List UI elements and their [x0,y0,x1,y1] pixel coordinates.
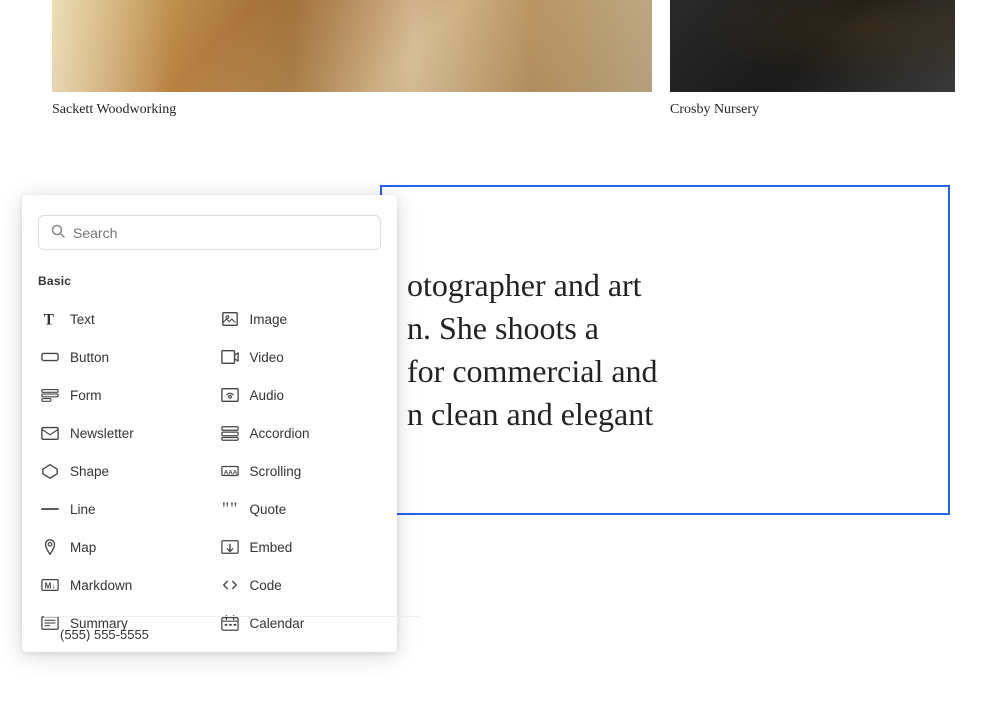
video-icon [220,347,240,367]
markdown-icon: M↓ [40,575,60,595]
quote-label: Quote [250,502,287,517]
quote-icon: " " [220,499,240,519]
grid-item-form[interactable]: Form [30,376,210,414]
svg-text:T: T [44,311,54,328]
grid-item-line[interactable]: Line [30,490,210,528]
code-label: Code [250,578,282,593]
grid-item-map[interactable]: Map [30,528,210,566]
text-label: Text [70,312,95,327]
svg-text:AAA: AAA [223,470,237,477]
main-content: Basic T Text I [0,155,1000,712]
grid-item-shape[interactable]: Shape [30,452,210,490]
form-label: Form [70,388,102,403]
items-grid: T Text Image [22,300,397,642]
grid-item-button[interactable]: Button [30,338,210,376]
text-content: otographer and art n. She shoots a for c… [407,264,658,437]
gallery-item-right: Crosby Nursery [670,0,1000,155]
grid-item-accordion[interactable]: Accordion [210,414,390,452]
grid-item-markdown[interactable]: M↓ Markdown [30,566,210,604]
section-label: Basic [22,266,397,300]
gallery-label-woodworking: Sackett Woodworking [52,92,670,118]
grid-item-newsletter[interactable]: Newsletter [30,414,210,452]
phone-bar: (555) 555-5555 [44,616,419,652]
phone-number: (555) 555-5555 [60,627,149,642]
grid-item-image[interactable]: Image [210,300,390,338]
embed-icon [220,537,240,557]
search-bar[interactable] [38,215,381,250]
content-panel: Basic T Text I [22,195,397,652]
search-container [22,215,397,266]
button-label: Button [70,350,109,365]
search-input[interactable] [73,225,368,241]
image-label: Image [250,312,288,327]
embed-label: Embed [250,540,293,555]
shape-label: Shape [70,464,109,479]
newsletter-label: Newsletter [70,426,134,441]
gallery-label-nursery: Crosby Nursery [670,92,1000,118]
grid-item-video[interactable]: Video [210,338,390,376]
form-icon [40,385,60,405]
map-icon [40,537,60,557]
scrolling-icon: AAA [220,461,240,481]
video-label: Video [250,350,284,365]
map-label: Map [70,540,96,555]
grid-item-text[interactable]: T Text [30,300,210,338]
grid-item-code[interactable]: Code [210,566,390,604]
grid-item-quote[interactable]: " " Quote [210,490,390,528]
grid-item-audio[interactable]: Audio [210,376,390,414]
gallery-item-left: Sackett Woodworking [0,0,670,155]
newsletter-icon [40,423,60,443]
audio-label: Audio [250,388,285,403]
code-icon [220,575,240,595]
gallery-section: Sackett Woodworking Crosby Nursery [0,0,1000,155]
line-label: Line [70,502,96,517]
audio-icon [220,385,240,405]
accordion-label: Accordion [250,426,310,441]
accordion-icon [220,423,240,443]
text-content-area: otographer and art n. She shoots a for c… [380,185,950,515]
gallery-image-woodworking [52,0,652,92]
svg-text:": " [230,500,237,518]
scrolling-label: Scrolling [250,464,302,479]
markdown-label: Markdown [70,578,132,593]
search-icon [51,224,65,241]
svg-text:M↓: M↓ [45,582,56,591]
text-icon: T [40,309,60,329]
shape-icon [40,461,60,481]
svg-text:": " [221,500,228,518]
grid-item-scrolling[interactable]: AAA Scrolling [210,452,390,490]
button-icon [40,347,60,367]
line-icon [40,499,60,519]
image-icon [220,309,240,329]
grid-item-embed[interactable]: Embed [210,528,390,566]
gallery-image-nursery [670,0,955,92]
